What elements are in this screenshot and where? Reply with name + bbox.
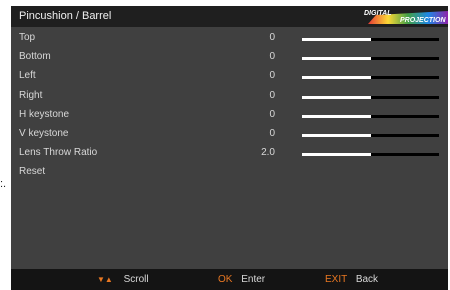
enter-hint: OK Enter [218, 274, 265, 285]
menu-item-left[interactable]: Left 0 [11, 68, 448, 86]
slider-track[interactable] [302, 114, 439, 118]
menu-item-lens-throw-ratio[interactable]: Lens Throw Ratio 2.0 [11, 145, 448, 163]
ok-key-label: OK [218, 274, 233, 285]
slider-fill [302, 95, 371, 99]
enter-label: Enter [241, 274, 266, 285]
digital-projection-logo: DIGITAL PROJECTION [364, 10, 448, 24]
slider-fill [302, 134, 371, 137]
slider-track[interactable] [302, 38, 439, 41]
menu-item-right[interactable]: Right 0 [11, 88, 448, 106]
back-label: Back [355, 274, 379, 285]
slider-track[interactable] [302, 134, 439, 137]
menu-item-bottom[interactable]: Bottom 0 [11, 49, 448, 67]
menu-item-label: Bottom [19, 51, 51, 63]
menu-item-label: Reset [19, 166, 46, 178]
scroll-hint: ▼▲ Scroll [97, 274, 149, 285]
menu-item-value: 0 [269, 128, 275, 139]
menu-item-label: Top [19, 32, 36, 43]
menu-footer: ▼▲ Scroll OK Enter EXIT Back [11, 269, 448, 290]
slider-fill [302, 153, 371, 157]
menu-item-value: 0 [269, 108, 275, 120]
exit-key-label: EXIT [325, 274, 348, 285]
osd-menu: Pincushion / Barrel DIGITAL PROJECTION T… [11, 6, 448, 290]
menu-item-value: 0 [269, 51, 275, 63]
slider-fill [302, 38, 371, 41]
slider-fill [302, 114, 371, 118]
menu-title-bar: Pincushion / Barrel DIGITAL PROJECTION [11, 6, 448, 27]
slider-track[interactable] [302, 57, 439, 61]
menu-item-label: V keystone [19, 128, 69, 139]
menu-item-v-keystone[interactable]: V keystone 0 [11, 126, 448, 144]
menu-item-h-keystone[interactable]: H keystone 0 [11, 107, 448, 125]
slider-fill [302, 76, 371, 80]
menu-item-value: 0 [269, 89, 275, 101]
back-hint: EXIT Back [325, 274, 378, 285]
scroll-arrows-icon: ▼▲ [97, 275, 113, 284]
menu-item-top[interactable]: Top 0 [11, 30, 448, 48]
slider-fill [302, 57, 371, 61]
logo-text-top: DIGITAL [364, 10, 391, 17]
scroll-label: Scroll [123, 274, 149, 285]
side-text-fragment: :. [0, 178, 7, 190]
menu-item-value: 0 [269, 32, 275, 43]
menu-item-value: 2.0 [261, 147, 275, 159]
logo-text-bottom: PROJECTION [400, 17, 446, 24]
menu-item-value: 0 [269, 70, 275, 82]
menu-item-label: Left [19, 70, 36, 82]
menu-title: Pincushion / Barrel [19, 10, 112, 22]
menu-item-label: H keystone [19, 108, 70, 120]
slider-track[interactable] [302, 153, 439, 157]
menu-item-label: Lens Throw Ratio [19, 147, 98, 159]
slider-track[interactable] [302, 95, 439, 99]
menu-item-reset[interactable]: Reset [11, 164, 448, 182]
menu-item-label: Right [19, 89, 43, 101]
slider-track[interactable] [302, 76, 439, 80]
